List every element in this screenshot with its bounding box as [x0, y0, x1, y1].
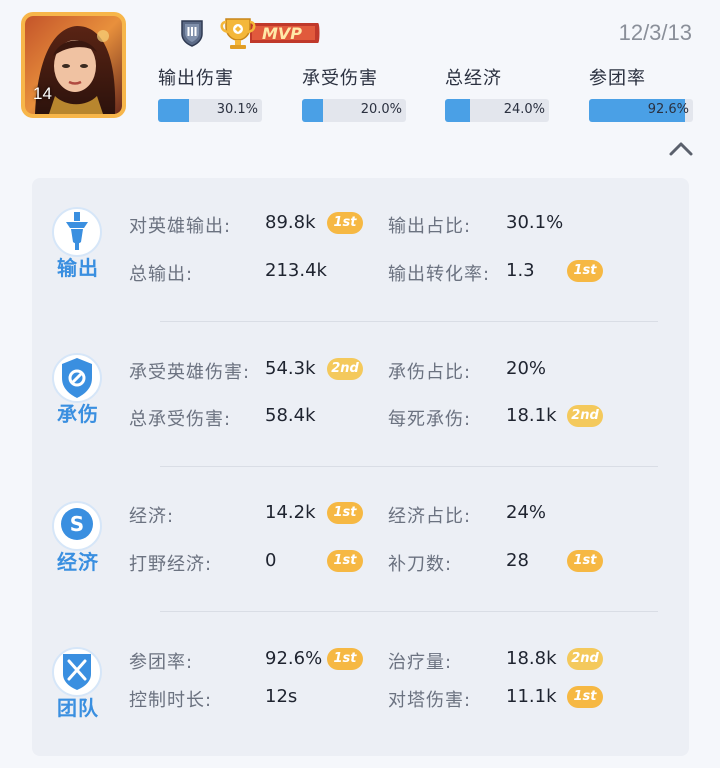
stat-label: 打野经济:	[129, 554, 213, 575]
stat-value: 28	[506, 550, 529, 571]
stat-value: 20%	[506, 358, 547, 379]
stat-bar: 20.0%	[302, 99, 406, 122]
stat-value: 89.8k	[265, 212, 316, 233]
stat-percent: 24.0%	[503, 102, 545, 117]
hero-level: 14	[33, 84, 52, 103]
stat-label: 总承受伤害:	[129, 409, 232, 430]
divider	[160, 321, 658, 322]
stat-label: 承受伤害	[302, 68, 378, 89]
rank-III-shield-icon	[181, 20, 203, 47]
section-title: 输出	[57, 256, 99, 280]
divider	[160, 466, 658, 467]
mvp-label: MVP	[262, 24, 302, 43]
rank-badge: 2nd	[327, 358, 363, 380]
stat-total-gold: 总经济 24.0%	[445, 64, 549, 122]
divider	[160, 611, 658, 612]
stat-value: 0	[265, 550, 277, 571]
stat-value: 18.8k	[506, 648, 557, 669]
stat-percent: 30.1%	[216, 102, 258, 117]
match-date: 12/3/13	[618, 20, 692, 45]
hero-avatar[interactable]: 14	[21, 12, 126, 118]
detail-panel: 输出 对英雄输出: 89.8k 1st 输出占比: 30.1% 总输出: 213…	[32, 178, 689, 756]
section-title: 承伤	[57, 402, 99, 426]
stat-bar-fill	[302, 99, 323, 122]
stat-label: 经济:	[129, 506, 175, 527]
stat-bar: 30.1%	[158, 99, 262, 122]
rank-badge: 1st	[327, 212, 363, 234]
section-title: 经济	[57, 550, 99, 574]
stat-bar-fill	[158, 99, 190, 122]
stat-label: 输出占比:	[388, 216, 472, 237]
stat-value: 18.1k	[506, 405, 557, 426]
stat-percent: 20.0%	[360, 102, 402, 117]
stat-label: 对英雄输出:	[129, 216, 232, 237]
stat-value: 58.4k	[265, 405, 316, 426]
stat-value: 12s	[265, 686, 298, 707]
stat-value: 24%	[506, 502, 547, 523]
match-detail-card: 14 MVP 12/3/13 输出伤害 30.1% 承受伤害 20.0% 总经济…	[0, 0, 720, 768]
stat-label: 参团率	[589, 68, 646, 89]
rank-badge: 2nd	[567, 405, 603, 427]
stat-value: 213.4k	[265, 260, 327, 281]
stat-damage-output: 输出伤害 30.1%	[158, 64, 262, 122]
stat-label: 补刀数:	[388, 554, 453, 575]
section-title: 团队	[57, 696, 99, 720]
stat-label: 承受英雄伤害:	[129, 362, 251, 383]
stat-value: 92.6%	[265, 648, 323, 669]
rank-badge: 1st	[327, 502, 363, 524]
svg-text:S: S	[70, 512, 84, 536]
stat-value: 30.1%	[506, 212, 564, 233]
stat-value: 11.1k	[506, 686, 557, 707]
stat-bar: 24.0%	[445, 99, 549, 122]
rank-badge: 1st	[567, 550, 603, 572]
stat-label: 经济占比:	[388, 506, 472, 527]
stat-bar: 92.6%	[589, 99, 693, 122]
stat-damage-taken: 承受伤害 20.0%	[302, 64, 406, 122]
stat-label: 参团率:	[129, 652, 194, 673]
stat-label: 输出转化率:	[388, 264, 491, 285]
stat-label: 总经济	[445, 68, 502, 89]
stat-participation: 参团率 92.6%	[589, 64, 693, 122]
rank-badge: 1st	[327, 550, 363, 572]
rank-badge: 2nd	[567, 648, 603, 670]
stat-bar-fill	[445, 99, 470, 122]
rank-badge: 1st	[327, 648, 363, 670]
stat-label: 控制时长:	[129, 690, 213, 711]
stat-label: 对塔伤害:	[388, 690, 472, 711]
chevron-up-icon[interactable]	[668, 139, 694, 157]
stat-label: 治疗量:	[388, 652, 453, 673]
stat-value: 14.2k	[265, 502, 316, 523]
stat-label: 承伤占比:	[388, 362, 472, 383]
mvp-trophy-icon: MVP	[220, 18, 320, 49]
rank-badge: 1st	[567, 686, 603, 708]
stat-label: 每死承伤:	[388, 409, 472, 430]
stat-label: 总输出:	[129, 264, 194, 285]
rank-badge: 1st	[567, 260, 603, 282]
stat-value: 1.3	[506, 260, 535, 281]
stat-label: 输出伤害	[158, 68, 234, 89]
stat-percent: 92.6%	[647, 102, 689, 117]
stat-value: 54.3k	[265, 358, 316, 379]
